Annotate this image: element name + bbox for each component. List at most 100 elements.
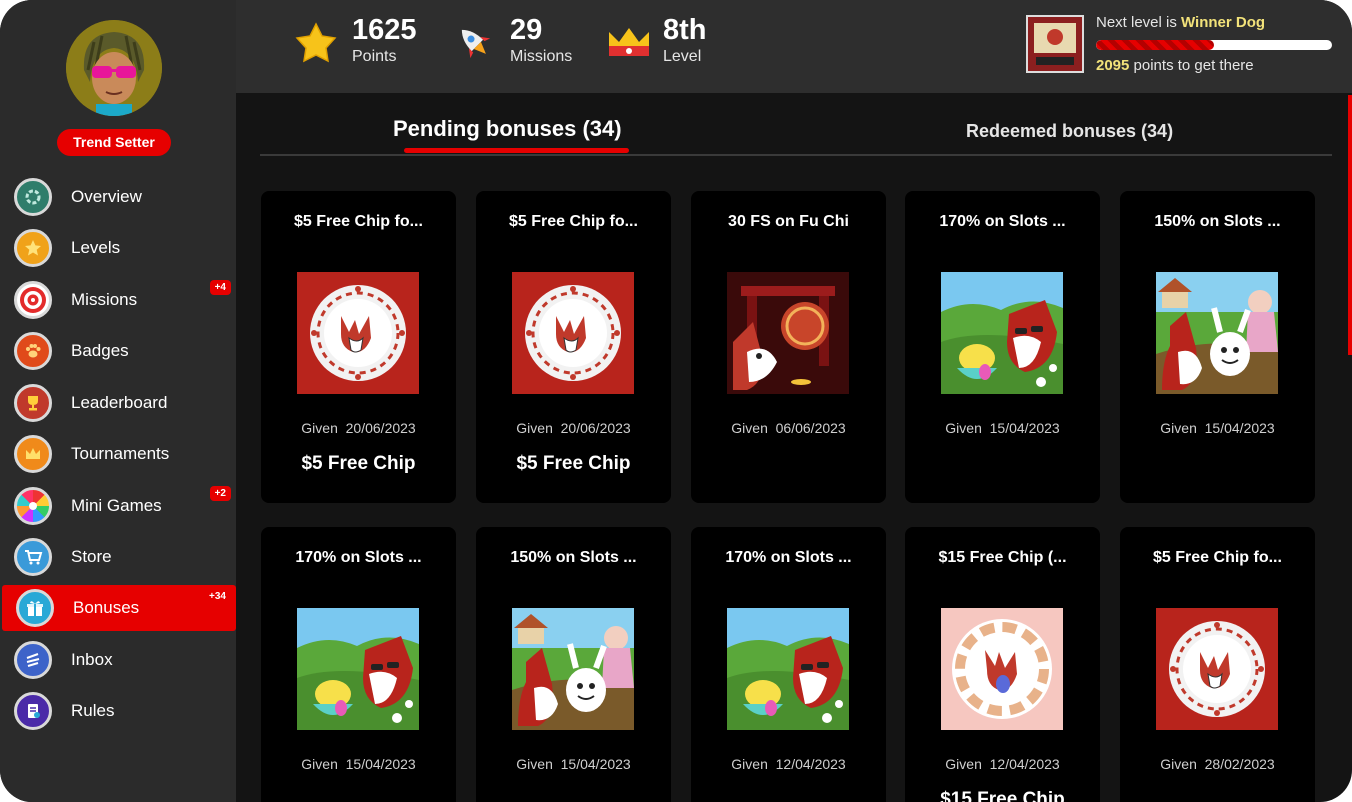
bonus-card-title: 170% on Slots ...	[725, 549, 852, 566]
bonus-card[interactable]: 30 FS on Fu Chi Given 06/06/2023	[691, 191, 886, 503]
bonus-card[interactable]: $5 Free Chip fo... Given 28/02/2023	[1120, 527, 1315, 802]
given-label: Given	[731, 756, 768, 772]
bonus-card-prize: $5 Free Chip	[301, 453, 416, 474]
given-label: Given	[301, 756, 338, 772]
points-label: Points	[352, 48, 397, 65]
bonus-card-title: 30 FS on Fu Chi	[728, 213, 849, 230]
stats-header: 1625 Points 29 Missions 8th Level Next l…	[236, 0, 1352, 93]
rocket-icon	[452, 20, 500, 68]
bonus-card-image	[512, 608, 634, 730]
bonus-card-title: $5 Free Chip fo...	[1153, 549, 1282, 566]
bonus-card-given: Given 15/04/2023	[905, 420, 1100, 436]
given-date: 15/04/2023	[1204, 420, 1275, 436]
avatar[interactable]	[66, 20, 162, 116]
sidebar-item-mini-games[interactable]: Mini Games +2	[0, 480, 236, 532]
target-icon	[14, 280, 52, 319]
missions-value: 29	[510, 14, 543, 46]
bonus-card-given: Given 12/04/2023	[691, 756, 886, 772]
rank-badge: Trend Setter	[57, 129, 171, 156]
cart-icon	[14, 538, 52, 577]
bonus-card-prize: $15 Free Chip	[940, 789, 1065, 802]
sidebar-item-label: Tournaments	[71, 444, 170, 464]
active-tab-indicator	[404, 148, 629, 153]
sidebar-item-label: Mini Games	[71, 495, 162, 515]
bonus-card-given: Given 15/04/2023	[1120, 420, 1315, 436]
tab-redeemed-bonuses[interactable]: Redeemed bonuses (34)	[966, 121, 1173, 142]
rules-icon	[14, 692, 52, 731]
given-label: Given	[516, 756, 553, 772]
sidebar-item-missions[interactable]: Missions +4	[0, 274, 236, 326]
scrollbar[interactable]	[1348, 95, 1352, 355]
bonus-card[interactable]: $5 Free Chip fo... Given 20/06/2023 $5 Fre…	[261, 191, 456, 503]
bonus-card-given: Given 15/04/2023	[476, 756, 671, 772]
bonus-card-image	[941, 608, 1063, 730]
sidebar-item-bonuses[interactable]: Bonuses +34	[2, 585, 236, 631]
level-label: Level	[663, 48, 702, 65]
level-progress-bar	[1096, 40, 1332, 50]
bonus-card-image	[512, 272, 634, 394]
given-label: Given	[731, 420, 768, 436]
sidebar-item-store[interactable]: Store	[0, 532, 236, 584]
sidebar-item-badges[interactable]: Badges	[0, 326, 236, 378]
sidebar-item-inbox[interactable]: Inbox	[0, 634, 236, 686]
points-needed-value: 2095	[1096, 57, 1130, 74]
given-date: 12/04/2023	[775, 756, 846, 772]
points-needed-text: 2095 points to get there	[1096, 57, 1254, 74]
bonus-card[interactable]: 170% on Slots ... Given 15/04/2023	[905, 191, 1100, 503]
bonus-card[interactable]: 170% on Slots ... Given 12/04/2023	[691, 527, 886, 802]
bonus-card-image	[297, 272, 419, 394]
bonus-card-image	[727, 272, 849, 394]
trophy-icon	[14, 383, 52, 422]
bonus-card-title: $15 Free Chip (...	[938, 549, 1067, 566]
sidebar-item-tournaments[interactable]: Tournaments	[0, 429, 236, 481]
sidebar-item-label: Badges	[71, 341, 129, 361]
bonus-card-given: Given 28/02/2023	[1120, 756, 1315, 772]
bonus-card[interactable]: $15 Free Chip (... Given 12/04/2023 $15 Fr…	[905, 527, 1100, 802]
given-label: Given	[1160, 420, 1197, 436]
given-label: Given	[516, 420, 553, 436]
wheel-icon	[14, 486, 52, 525]
given-label: Given	[945, 420, 982, 436]
sidebar-item-overview[interactable]: Overview	[0, 171, 236, 223]
bonus-card-given: Given 06/06/2023	[691, 420, 886, 436]
bonus-card[interactable]: 150% on Slots ... Given 15/04/2023	[1120, 191, 1315, 503]
sidebar-item-label: Rules	[71, 701, 115, 721]
bonus-tabs: Pending bonuses (34) Redeemed bonuses (3…	[260, 110, 1332, 156]
sidebar-item-label: Overview	[71, 186, 142, 206]
gift-icon	[16, 589, 54, 627]
star-icon	[14, 229, 52, 268]
next-level-thumbnail	[1026, 15, 1084, 73]
bonus-card-image	[941, 272, 1063, 394]
bonus-card[interactable]: 170% on Slots ... Given 15/04/2023	[261, 527, 456, 802]
missions-count-badge: +4	[209, 280, 231, 295]
sidebar-item-levels[interactable]: Levels	[0, 223, 236, 275]
sidebar-item-rules[interactable]: Rules	[0, 686, 236, 738]
level-progress-fill	[1096, 40, 1214, 50]
bonus-card-image	[1156, 608, 1278, 730]
bonus-card-title: $5 Free Chip fo...	[294, 213, 423, 230]
app-frame: Trend Setter Overview Levels Missions +4	[0, 0, 1352, 802]
sidebar-item-leaderboard[interactable]: Leaderboard	[0, 377, 236, 429]
sidebar-item-label: Bonuses	[73, 598, 140, 617]
given-label: Given	[945, 756, 982, 772]
tab-pending-bonuses[interactable]: Pending bonuses (34)	[393, 116, 622, 142]
bonus-card-title: 150% on Slots ...	[1154, 213, 1281, 230]
bonus-card-given: Given 15/04/2023	[261, 756, 456, 772]
overview-icon	[14, 177, 52, 216]
mini-games-count-badge: +2	[209, 486, 231, 501]
bonus-card-prize: $5 Free Chip	[516, 453, 631, 474]
bonus-card[interactable]: $5 Free Chip fo... Given 20/06/2023 $5 Fre…	[476, 191, 671, 503]
sidebar: Trend Setter Overview Levels Missions +4	[0, 0, 236, 802]
bonuses-count-badge: +34	[204, 589, 231, 604]
bonus-card[interactable]: 150% on Slots ... Given 15/04/2023	[476, 527, 671, 802]
sidebar-item-label: Missions	[71, 289, 138, 309]
bonus-card-image	[727, 608, 849, 730]
sidebar-item-label: Store	[71, 547, 112, 567]
given-date: 28/02/2023	[1204, 756, 1275, 772]
crown-icon	[14, 435, 52, 474]
level-value: 8th	[663, 14, 707, 46]
crown-icon	[605, 20, 653, 68]
next-level-name: Winner Dog	[1181, 14, 1266, 31]
given-label: Given	[301, 420, 338, 436]
bonus-card-title: 150% on Slots ...	[510, 549, 637, 566]
